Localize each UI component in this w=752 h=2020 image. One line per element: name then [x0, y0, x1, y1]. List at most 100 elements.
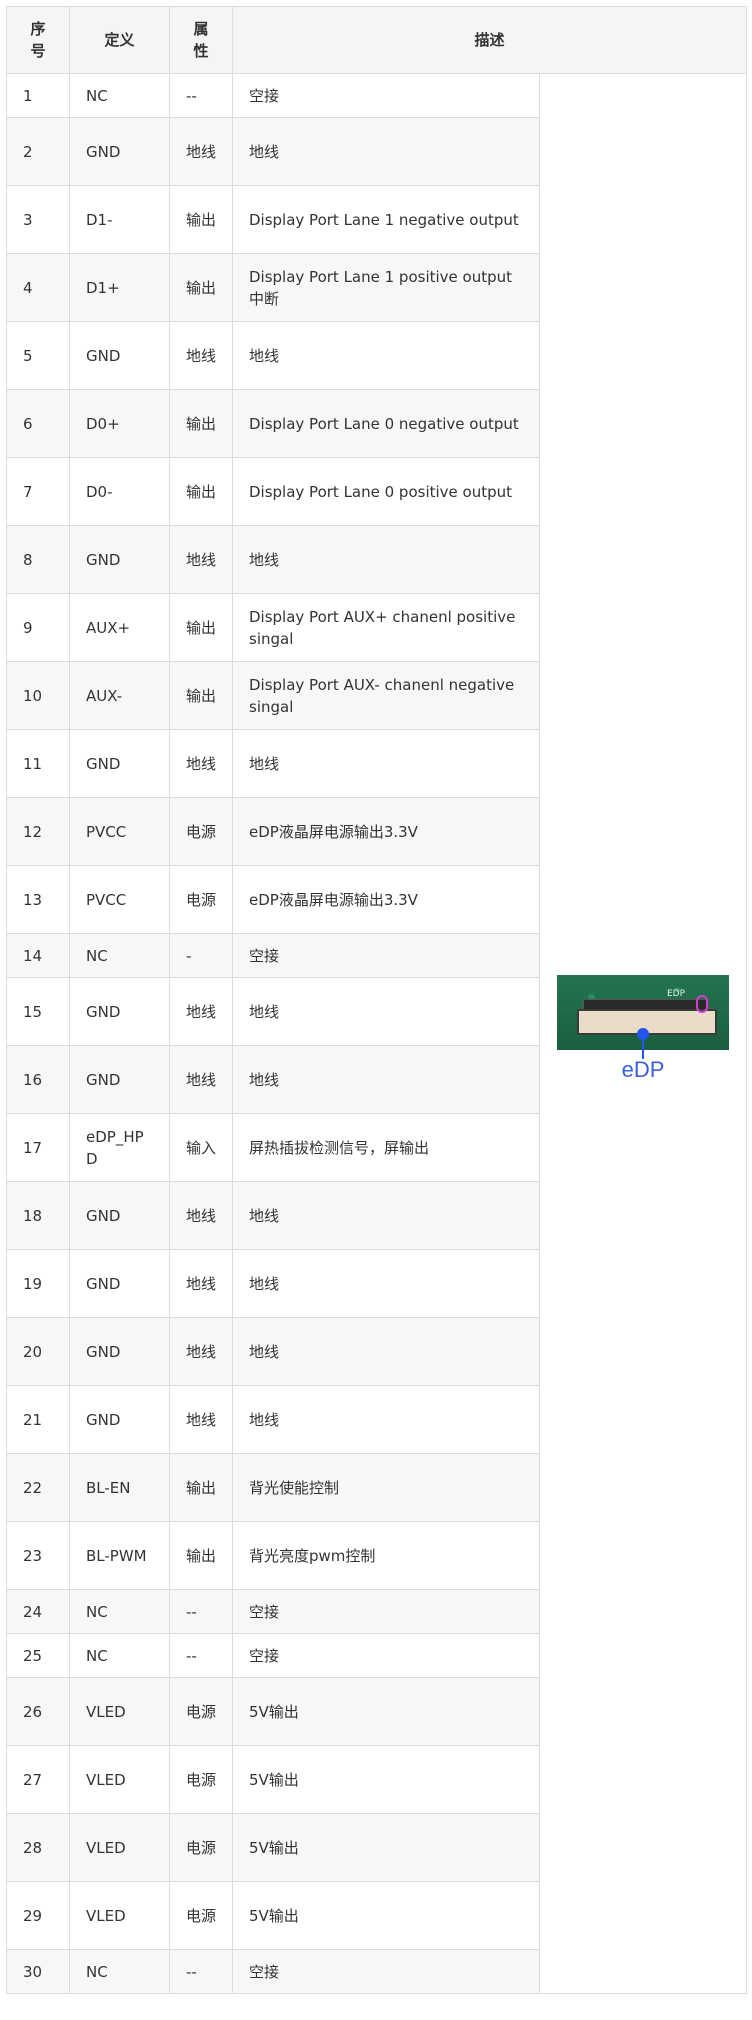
pin-attribute: 地线	[169, 525, 233, 594]
pointer-line	[642, 1036, 644, 1059]
pin-attribute: -	[169, 933, 233, 978]
pin-number: 13	[6, 865, 70, 934]
pin-number: 11	[6, 729, 70, 798]
pin-description: Display Port Lane 1 positive output中断	[232, 253, 540, 322]
pin-attribute: 地线	[169, 1385, 233, 1454]
pin-attribute: 输出	[169, 389, 233, 458]
pin-description: 背光使能控制	[232, 1453, 540, 1522]
pin-attribute: 地线	[169, 117, 233, 186]
pin-definition: BL-EN	[69, 1453, 170, 1522]
pin-attribute: 输出	[169, 593, 233, 662]
pin-description: Display Port AUX- chanenl negative singa…	[232, 661, 540, 730]
pin-definition: AUX-	[69, 661, 170, 730]
pin-number: 29	[6, 1881, 70, 1950]
pin-number: 21	[6, 1385, 70, 1454]
pin-definition: D1+	[69, 253, 170, 322]
silkscreen-label: EDP	[667, 988, 686, 999]
pin-description: Display Port Lane 1 negative output	[232, 185, 540, 254]
edp-connector-photo: EDP eDP	[557, 974, 729, 1087]
pin-number: 15	[6, 977, 70, 1046]
pin-attribute: 地线	[169, 729, 233, 798]
pin-number: 19	[6, 1249, 70, 1318]
pin-number: 7	[6, 457, 70, 526]
pin-attribute: 地线	[169, 1317, 233, 1386]
pin-description: 5V输出	[232, 1745, 540, 1814]
pin-number: 16	[6, 1045, 70, 1114]
pin-description: 地线	[232, 1181, 540, 1250]
pin-number: 3	[6, 185, 70, 254]
pin-definition: GND	[69, 729, 170, 798]
pin-number: 25	[6, 1633, 70, 1678]
pin-attribute: 地线	[169, 1045, 233, 1114]
pin-description: 地线	[232, 1045, 540, 1114]
pin-description: eDP液晶屏电源输出3.3V	[232, 865, 540, 934]
pin-number: 23	[6, 1521, 70, 1590]
pin-description: Display Port Lane 0 positive output	[232, 457, 540, 526]
pin-definition: GND	[69, 1181, 170, 1250]
pin-definition: GND	[69, 1317, 170, 1386]
pin-description: 空接	[232, 1633, 540, 1678]
pin-description: 地线	[232, 117, 540, 186]
pin-description: 空接	[232, 1589, 540, 1634]
pin-number: 8	[6, 525, 70, 594]
pin-attribute: 输出	[169, 185, 233, 254]
pin-attribute: 输出	[169, 253, 233, 322]
pin-number: 27	[6, 1745, 70, 1814]
pin-number: 18	[6, 1181, 70, 1250]
pin-definition: NC	[69, 73, 170, 118]
pin-attribute: 电源	[169, 865, 233, 934]
pin-attribute: --	[169, 73, 233, 118]
pin-attribute: 输出	[169, 1521, 233, 1590]
pin-attribute: 地线	[169, 977, 233, 1046]
header-def: 定义	[69, 6, 170, 74]
table-header-row: 序号 定义 属性 描述	[6, 6, 748, 74]
pin-definition: VLED	[69, 1813, 170, 1882]
pin-definition: GND	[69, 117, 170, 186]
pin-number: 28	[6, 1813, 70, 1882]
pin-definition: GND	[69, 1385, 170, 1454]
pin-attribute: 输出	[169, 661, 233, 730]
pin-description: 地线	[232, 321, 540, 390]
pin-definition: BL-PWM	[69, 1521, 170, 1590]
table-row: 1 NC -- 空接 EDP eDP	[6, 73, 748, 1994]
pin-definition: eDP_HPD	[69, 1113, 170, 1182]
edp-label: eDP	[621, 1056, 665, 1082]
pin-description: 空接	[232, 73, 540, 118]
pin-attribute: --	[169, 1589, 233, 1634]
pin-description: 地线	[232, 977, 540, 1046]
pin-attribute: 电源	[169, 1813, 233, 1882]
pin-number: 6	[6, 389, 70, 458]
pin-description: 地线	[232, 1317, 540, 1386]
pin-number: 2	[6, 117, 70, 186]
pin-attribute: 地线	[169, 321, 233, 390]
pin-definition: VLED	[69, 1745, 170, 1814]
pin-attribute: 输出	[169, 457, 233, 526]
pin-number: 17	[6, 1113, 70, 1182]
pin-attribute: 输入	[169, 1113, 233, 1182]
pin-attribute: 输出	[169, 1453, 233, 1522]
pin-description: 地线	[232, 729, 540, 798]
pin-number: 4	[6, 253, 70, 322]
pin-definition: NC	[69, 1949, 170, 1994]
pin-number: 14	[6, 933, 70, 978]
pin-number: 30	[6, 1949, 70, 1994]
pin-definition: VLED	[69, 1881, 170, 1950]
pin-definition: GND	[69, 1249, 170, 1318]
pin-description: eDP液晶屏电源输出3.3V	[232, 797, 540, 866]
pin-definition: GND	[69, 977, 170, 1046]
pin-definition: NC	[69, 1633, 170, 1678]
pin-attribute: --	[169, 1949, 233, 1994]
pin-description: 屏热插拔检测信号，屏输出	[232, 1113, 540, 1182]
edp-pin-table: 序号 定义 属性 描述 1 NC -- 空接 EDP eDP 2 GND 地线 地线 3 D1- 输出 D…	[6, 6, 748, 1994]
pin-description: 地线	[232, 1249, 540, 1318]
pin-description: 空接	[232, 1949, 540, 1994]
pin-definition: NC	[69, 1589, 170, 1634]
pin-attribute: --	[169, 1633, 233, 1678]
pin-number: 1	[6, 73, 70, 118]
pin-definition: D0+	[69, 389, 170, 458]
pin-description: 5V输出	[232, 1677, 540, 1746]
pin-number: 10	[6, 661, 70, 730]
pin-description: 地线	[232, 525, 540, 594]
pin1-marker	[696, 994, 708, 1013]
header-attr: 属性	[169, 6, 233, 74]
